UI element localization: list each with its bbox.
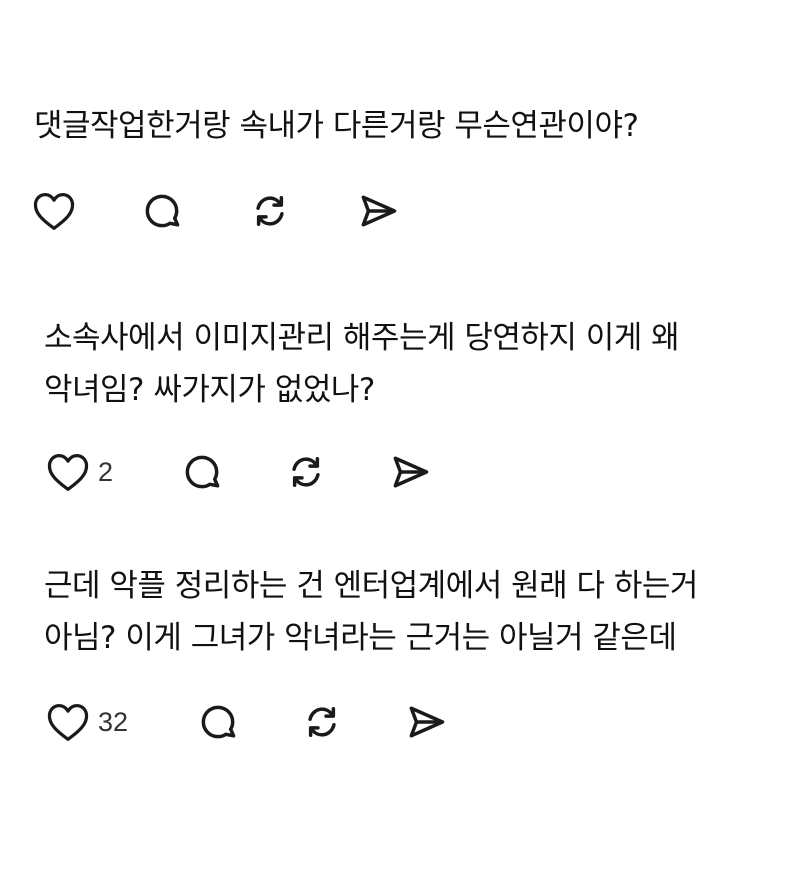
repost-arrows-icon <box>256 196 284 226</box>
share-button[interactable] <box>388 450 432 494</box>
comment-actions <box>32 189 432 233</box>
reply-button[interactable] <box>196 700 240 744</box>
comment-bubble-icon <box>145 194 180 228</box>
like-button[interactable]: 2 <box>46 450 113 494</box>
repost-button[interactable] <box>284 450 328 494</box>
repost-arrows-icon <box>292 457 320 487</box>
comment-text: 근데 악플 정리하는 건 엔터업계에서 원래 다 하는거 아님? 이게 그녀가 … <box>44 568 698 656</box>
reply-button[interactable] <box>180 450 224 494</box>
share-button[interactable] <box>404 700 448 744</box>
heart-icon <box>47 704 89 741</box>
like-button[interactable] <box>32 189 76 233</box>
repost-button[interactable] <box>300 700 344 744</box>
comment-text: 소속사에서 이미지관리 해주는게 당연하지 이게 왜 악녀임? 싸가지가 없었나… <box>44 320 680 408</box>
repost-arrows-icon <box>308 707 336 737</box>
reply-button[interactable] <box>140 189 184 233</box>
send-paper-plane-icon <box>393 456 429 488</box>
repost-button[interactable] <box>248 189 292 233</box>
share-button[interactable] <box>356 189 400 233</box>
heart-icon <box>47 454 89 491</box>
comment-text: 댓글작업한거랑 속내가 다른거랑 무슨연관이야? <box>34 108 639 144</box>
like-button[interactable]: 32 <box>46 700 128 744</box>
like-count: 32 <box>98 707 129 737</box>
comment-bubble-icon <box>201 705 236 739</box>
comment-actions: 2 <box>46 450 446 494</box>
like-count: 2 <box>98 457 114 487</box>
comment-actions: 32 <box>46 700 466 744</box>
send-paper-plane-icon <box>409 706 445 738</box>
heart-icon <box>33 193 75 230</box>
send-paper-plane-icon <box>361 195 397 227</box>
comment-bubble-icon <box>185 455 220 489</box>
